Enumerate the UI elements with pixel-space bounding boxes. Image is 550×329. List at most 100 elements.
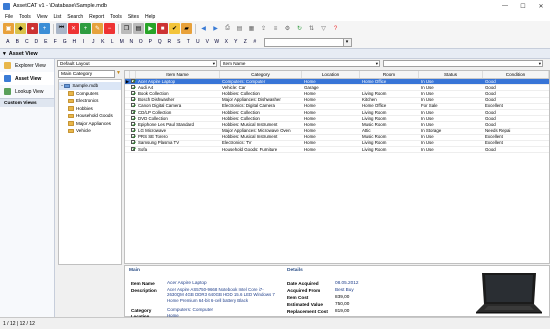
nav-lookup-view[interactable]: Lookup View — [0, 85, 54, 98]
letter-hash[interactable]: # — [250, 39, 260, 45]
quick-search-input[interactable] — [263, 37, 344, 47]
item-name-value[interactable]: Acer Aspire Laptop — [167, 280, 207, 286]
check-icon[interactable]: ✔ — [169, 23, 180, 34]
quick-search-dropdown[interactable]: ▾ — [343, 37, 352, 47]
nav-explorer-view[interactable]: Explorer View — [0, 59, 54, 72]
open-icon[interactable]: ▣ — [3, 23, 14, 34]
letter-e[interactable]: E — [41, 39, 51, 45]
column-header-item-name[interactable]: Item Name — [136, 71, 220, 78]
asset-photo[interactable] — [474, 271, 544, 315]
row-checkbox[interactable] — [131, 134, 135, 139]
database-icon[interactable]: ◆ — [15, 23, 26, 34]
copy-icon[interactable]: ❐ — [121, 23, 132, 34]
tree-root[interactable]: − Sample.mdb — [59, 82, 121, 90]
paste-icon[interactable]: ▤ — [133, 23, 144, 34]
close-button[interactable]: ✕ — [532, 0, 550, 12]
letter-z[interactable]: Z — [241, 39, 251, 45]
menu-report[interactable]: Report — [89, 14, 104, 20]
layout-select[interactable]: Default Layout — [57, 60, 217, 67]
tree-node-electronics[interactable]: Electronics — [59, 97, 121, 105]
filter-toggle-icon[interactable]: ▼ — [116, 70, 122, 78]
item-cost-value[interactable]: 839,00 — [335, 294, 349, 300]
row-checkbox[interactable] — [131, 115, 135, 120]
letter-v[interactable]: V — [203, 39, 213, 45]
row-checkbox[interactable] — [131, 78, 135, 83]
list-icon[interactable]: ≡ — [270, 23, 281, 34]
first-icon[interactable]: ⏮ — [56, 23, 67, 34]
date-acquired-value[interactable]: 08.05.2012 — [335, 280, 358, 286]
letter-j[interactable]: J — [89, 39, 99, 45]
menu-file[interactable]: File — [5, 14, 13, 20]
letter-o[interactable]: O — [136, 39, 146, 45]
filter-icon[interactable]: ▽ — [318, 23, 329, 34]
description-value[interactable]: Acer Aspire AS5750-9668 Notebook Intel C… — [167, 287, 279, 303]
add-icon[interactable]: + — [80, 23, 91, 34]
letter-d[interactable]: D — [32, 39, 42, 45]
column-header-location[interactable]: Location — [302, 71, 360, 78]
edit-icon[interactable]: ✎ — [92, 23, 103, 34]
menu-view[interactable]: View — [37, 14, 48, 20]
estimated-value-value[interactable]: 750,00 — [335, 301, 349, 307]
tree-node-household-goods[interactable]: Household Goods — [59, 112, 121, 120]
folder-icon[interactable]: ▰ — [181, 23, 192, 34]
letter-h[interactable]: H — [70, 39, 80, 45]
row-checkbox[interactable] — [131, 90, 135, 95]
maximize-button[interactable]: ☐ — [514, 0, 532, 12]
stop-icon[interactable]: ■ — [157, 23, 168, 34]
menu-tools-2[interactable]: Tools — [110, 14, 122, 20]
menu-search[interactable]: Search — [67, 14, 83, 20]
letter-s[interactable]: S — [174, 39, 184, 45]
column-header-category[interactable]: Category — [220, 71, 302, 78]
letter-b[interactable]: B — [13, 39, 23, 45]
row-checkbox[interactable] — [131, 84, 135, 89]
report-icon[interactable]: ▤ — [234, 23, 245, 34]
field-select[interactable]: Item Name — [220, 60, 380, 67]
column-header-status[interactable]: Status — [419, 71, 483, 78]
letter-l[interactable]: L — [108, 39, 118, 45]
letter-m[interactable]: M — [117, 39, 127, 45]
letter-t[interactable]: T — [184, 39, 194, 45]
letter-f[interactable]: F — [51, 39, 61, 45]
record-icon[interactable]: ● — [27, 23, 38, 34]
acquired-from-value[interactable]: Best Buy — [335, 287, 354, 293]
tree-node-vehicle[interactable]: Vehicle — [59, 127, 121, 135]
minimize-button[interactable]: — — [496, 0, 514, 12]
tree-node-major-appliances[interactable]: Major Appliances — [59, 120, 121, 128]
menu-sites[interactable]: Sites — [128, 14, 139, 20]
table-row[interactable]: Sofa Household Goods: Furniture Home Living… — [125, 146, 549, 154]
print-icon[interactable]: ⎙ — [222, 23, 233, 34]
letter-q[interactable]: Q — [155, 39, 165, 45]
row-checkbox[interactable] — [131, 121, 135, 126]
row-checkbox[interactable] — [131, 146, 135, 151]
tree-node-computers[interactable]: Computers — [59, 90, 121, 98]
letter-a[interactable]: A — [3, 39, 13, 45]
nav-asset-view[interactable]: Asset View — [0, 72, 54, 85]
row-checkbox[interactable] — [131, 97, 135, 102]
replacement-cost-value[interactable]: 819,00 — [335, 308, 349, 314]
play-icon[interactable]: ▶ — [145, 23, 156, 34]
letter-g[interactable]: G — [60, 39, 70, 45]
value-select[interactable] — [383, 60, 543, 67]
row-checkbox[interactable] — [131, 109, 135, 114]
letter-c[interactable]: C — [22, 39, 32, 45]
letter-y[interactable]: Y — [231, 39, 241, 45]
new-icon[interactable]: + — [39, 23, 50, 34]
letter-x[interactable]: X — [222, 39, 232, 45]
help-icon[interactable]: ? — [330, 23, 341, 34]
letter-r[interactable]: R — [165, 39, 175, 45]
custom-views-header[interactable]: Custom Views — [0, 98, 54, 107]
row-checkbox[interactable] — [131, 140, 135, 145]
category-select[interactable]: Main Category — [58, 70, 115, 78]
collapse-icon[interactable]: ▾ — [3, 51, 6, 57]
row-checkbox[interactable] — [131, 128, 135, 133]
column-header-condition[interactable]: Condition — [483, 71, 549, 78]
back-icon[interactable]: ◀ — [198, 23, 209, 34]
letter-u[interactable]: U — [193, 39, 203, 45]
column-header-room[interactable]: Room — [360, 71, 419, 78]
letter-p[interactable]: P — [146, 39, 156, 45]
letter-n[interactable]: N — [127, 39, 137, 45]
delete-icon[interactable]: ✕ — [68, 23, 79, 34]
export-icon[interactable]: ⇪ — [258, 23, 269, 34]
letter-i[interactable]: I — [79, 39, 89, 45]
letter-k[interactable]: K — [98, 39, 108, 45]
